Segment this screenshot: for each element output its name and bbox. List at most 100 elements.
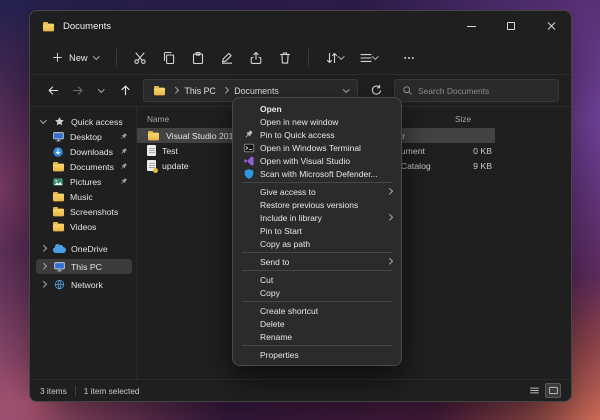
- file-name: Visual Studio 2019: [166, 131, 238, 141]
- sidebar-item-this-pc[interactable]: This PC: [36, 259, 132, 274]
- file-name: Test: [162, 146, 178, 156]
- context-menu-item-send-to[interactable]: Send to: [233, 255, 401, 268]
- visual-studio-icon: [243, 155, 255, 167]
- sidebar-item-onedrive[interactable]: OneDrive: [36, 241, 132, 256]
- context-menu-item-restore-previous-versions[interactable]: Restore previous versions: [233, 198, 401, 211]
- more-icon: [402, 51, 416, 65]
- recent-locations-button[interactable]: [90, 79, 112, 103]
- column-header-size[interactable]: Size: [455, 114, 471, 124]
- copy-button[interactable]: [156, 45, 182, 71]
- address-dropdown-icon[interactable]: [343, 86, 349, 92]
- search-input[interactable]: [418, 86, 551, 96]
- share-button[interactable]: [243, 45, 269, 71]
- more-options-button[interactable]: [396, 45, 422, 71]
- context-menu-item-create-shortcut[interactable]: Create shortcut: [233, 304, 401, 317]
- context-menu-item-open-in-new-window[interactable]: Open in new window: [233, 115, 401, 128]
- context-menu-item-copy-as-path[interactable]: Copy as path: [233, 237, 401, 250]
- sidebar-item-videos[interactable]: Videos: [36, 219, 132, 234]
- expand-chevron-icon: [40, 245, 46, 251]
- submenu-chevron-icon: [386, 188, 392, 194]
- text-document-icon: [147, 145, 156, 156]
- sidebar-item-label: Pictures: [70, 177, 101, 187]
- sidebar-item-label: Quick access: [71, 117, 123, 127]
- context-menu-item-open-with-visual-studio[interactable]: Open with Visual Studio: [233, 154, 401, 167]
- sidebar-item-quick-access[interactable]: Quick access: [36, 114, 132, 129]
- pin-icon: [119, 147, 128, 156]
- context-menu-item-copy[interactable]: Copy: [233, 286, 401, 299]
- documents-folder-icon: [52, 164, 63, 172]
- submenu-chevron-icon: [386, 258, 392, 264]
- expand-chevron-icon: [40, 263, 46, 269]
- context-menu-item-delete[interactable]: Delete: [233, 317, 401, 330]
- folder-icon: [148, 133, 159, 141]
- titlebar: Documents: [30, 11, 571, 41]
- thumbnail-view-button[interactable]: [545, 383, 561, 398]
- screenshots-folder-icon: [52, 209, 63, 217]
- rename-button[interactable]: [214, 45, 240, 71]
- back-button[interactable]: [42, 79, 64, 103]
- sidebar-item-network[interactable]: Network: [36, 277, 132, 292]
- paste-icon: [191, 51, 205, 65]
- sidebar-item-downloads[interactable]: Downloads: [36, 144, 132, 159]
- context-menu-item-rename[interactable]: Rename: [233, 330, 401, 343]
- sidebar-item-label: OneDrive: [71, 244, 108, 254]
- context-menu-item-open-in-windows-terminal[interactable]: Open in Windows Terminal: [233, 141, 401, 154]
- context-menu-item-pin-to-start[interactable]: Pin to Start: [233, 224, 401, 237]
- star-icon: [54, 116, 65, 127]
- column-header-name[interactable]: Name: [147, 114, 169, 124]
- sort-button[interactable]: [319, 45, 350, 71]
- breadcrumb-documents[interactable]: Documents: [234, 86, 279, 96]
- selection-count: 1 item selected: [84, 386, 140, 396]
- context-menu-item-open[interactable]: Open: [233, 102, 401, 115]
- sidebar-item-label: Music: [70, 192, 93, 202]
- sidebar-item-screenshots[interactable]: Screenshots: [36, 204, 132, 219]
- paste-button[interactable]: [185, 45, 211, 71]
- chevron-down-icon: [98, 86, 104, 92]
- sidebar-item-music[interactable]: Music: [36, 189, 132, 204]
- up-button[interactable]: [114, 79, 136, 103]
- expand-chevron-icon: [40, 281, 46, 287]
- delete-button[interactable]: [272, 45, 298, 71]
- close-button[interactable]: [531, 11, 571, 41]
- chevron-down-icon: [372, 53, 378, 59]
- submenu-chevron-icon: [386, 214, 392, 220]
- context-menu-item-properties[interactable]: Properties: [233, 348, 401, 361]
- onedrive-cloud-icon: [53, 247, 66, 253]
- explorer-window: Documents New: [29, 10, 572, 402]
- cut-button[interactable]: [127, 45, 153, 71]
- status-bar: 3 items 1 item selected: [30, 379, 571, 401]
- expand-chevron-icon: [40, 117, 46, 123]
- context-menu-item-cut[interactable]: Cut: [233, 273, 401, 286]
- sidebar-item-documents[interactable]: Documents: [36, 159, 132, 174]
- minimize-button[interactable]: [451, 11, 491, 41]
- terminal-icon: [243, 142, 255, 154]
- maximize-button[interactable]: [491, 11, 531, 41]
- view-button[interactable]: [353, 45, 384, 71]
- chevron-down-icon: [93, 53, 99, 59]
- forward-button[interactable]: [66, 79, 88, 103]
- context-menu-item-include-in-library[interactable]: Include in library: [233, 211, 401, 224]
- file-size: 9 KB: [435, 161, 492, 171]
- videos-folder-icon: [52, 224, 63, 232]
- breadcrumb-this-pc[interactable]: This PC: [185, 86, 216, 96]
- new-button[interactable]: New: [44, 45, 106, 71]
- cut-icon: [133, 51, 147, 65]
- sidebar-item-label: Videos: [70, 222, 96, 232]
- back-icon: [47, 84, 60, 97]
- music-folder-icon: [52, 194, 63, 202]
- menu-separator: [242, 270, 392, 271]
- menu-separator: [242, 252, 392, 253]
- context-menu-item-pin-to-quick-access[interactable]: Pin to Quick access: [233, 128, 401, 141]
- chevron-down-icon: [338, 53, 344, 59]
- context-menu-item-scan-with-microsoft-defender[interactable]: Scan with Microsoft Defender...: [233, 167, 401, 180]
- location-folder-icon: [154, 88, 165, 96]
- folder-icon: [43, 23, 54, 31]
- sidebar-item-label: Downloads: [70, 147, 113, 157]
- copy-icon: [162, 51, 176, 65]
- details-view-button[interactable]: [526, 383, 542, 398]
- sidebar-item-pictures[interactable]: Pictures: [36, 174, 132, 189]
- sidebar-item-desktop[interactable]: Desktop: [36, 129, 132, 144]
- new-plus-icon: [52, 52, 63, 63]
- sidebar-item-label: Documents: [70, 162, 114, 172]
- context-menu-item-give-access-to[interactable]: Give access to: [233, 185, 401, 198]
